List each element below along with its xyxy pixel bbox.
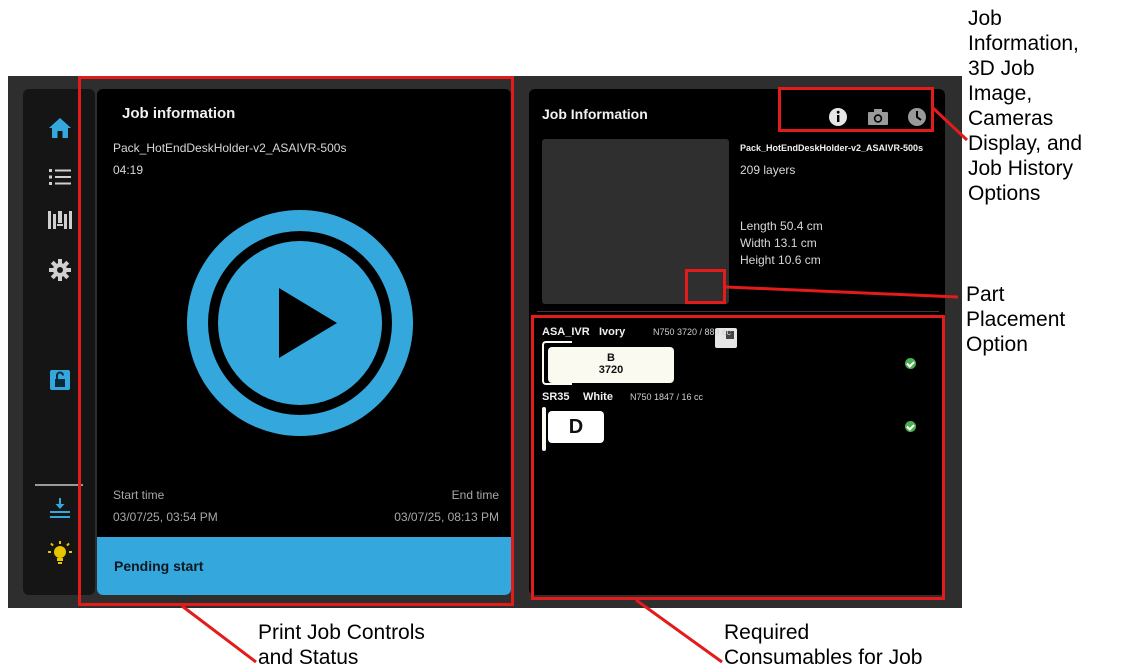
annotation-part-placement: Part Placement Option <box>966 283 1066 356</box>
callout-lines <box>181 106 969 664</box>
annotation-consumables: Required Consumables for Job <box>724 621 923 669</box>
annotation-header-options: Job Information, 3D Job Image, Cameras D… <box>968 7 1083 205</box>
annotation-print-controls: Print Job Controls and Status <box>258 621 425 669</box>
